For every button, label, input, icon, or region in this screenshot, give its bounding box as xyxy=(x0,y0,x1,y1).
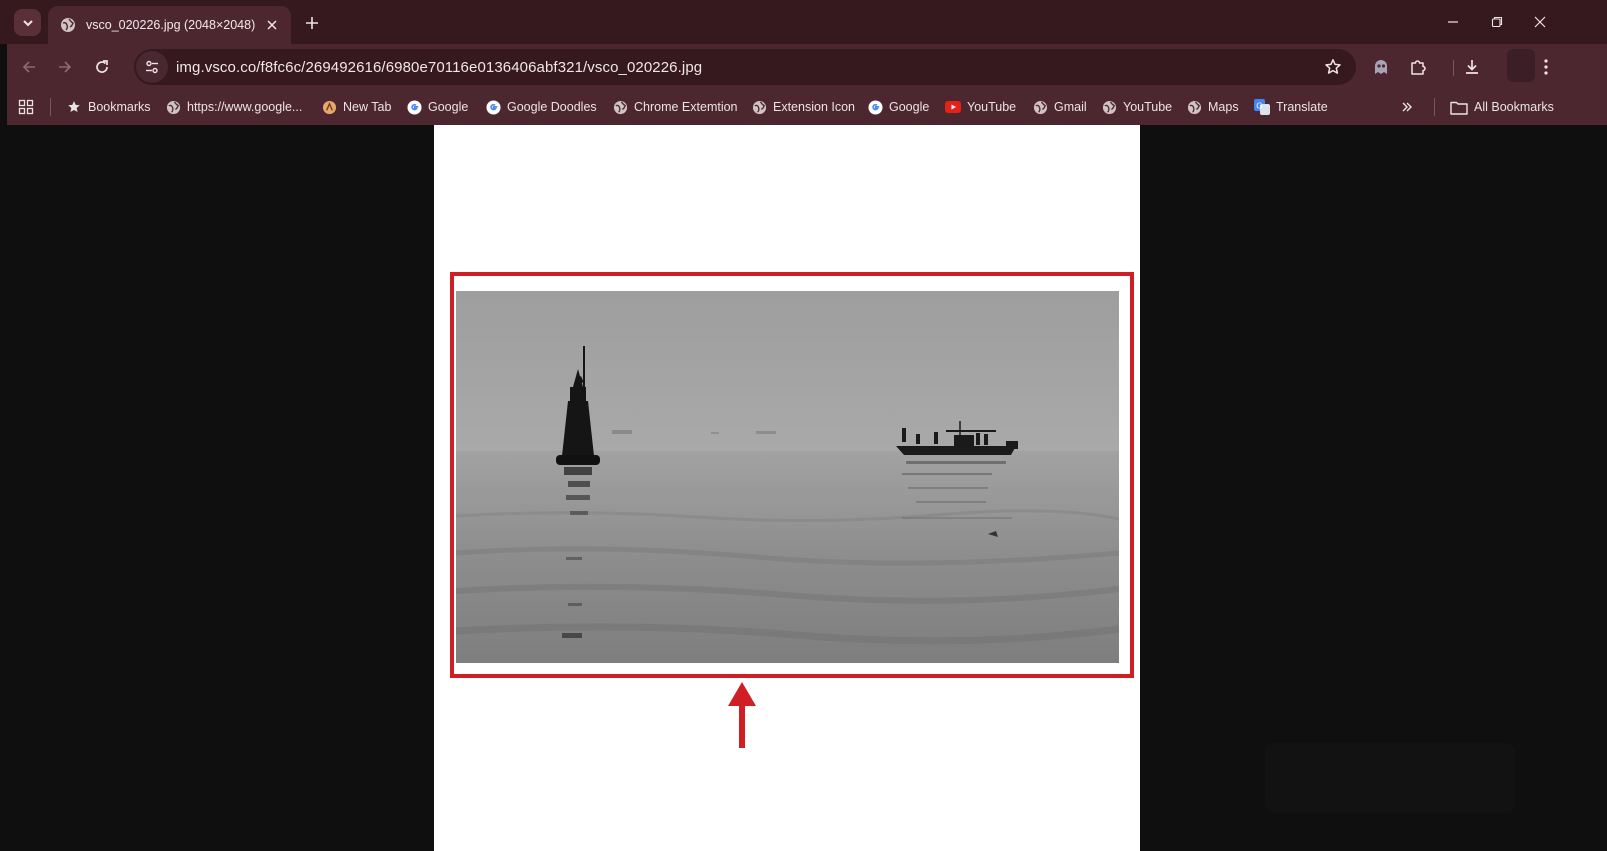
bookmark-label: Gmail xyxy=(1054,100,1087,114)
google-icon xyxy=(485,99,501,115)
close-icon[interactable] xyxy=(263,16,281,34)
restore-icon xyxy=(1491,16,1503,28)
bookmark-item-new-tab[interactable]: New Tab xyxy=(321,95,391,119)
globe-icon xyxy=(1101,99,1117,115)
globe-icon xyxy=(1032,99,1048,115)
bookmark-star-button[interactable] xyxy=(1318,52,1348,82)
restore-button[interactable] xyxy=(1485,10,1509,34)
globe-icon xyxy=(612,99,628,115)
google-icon xyxy=(406,99,422,115)
forward-button[interactable] xyxy=(52,54,78,80)
bookmark-label: YouTube xyxy=(1123,100,1173,114)
bookmark-label: Extension Icon xyxy=(773,100,855,114)
all-bookmarks-label: All Bookmarks xyxy=(1474,100,1554,114)
bookmark-item-youtube[interactable]: YouTube xyxy=(945,95,1016,119)
bookmark-label: Google xyxy=(428,100,469,114)
bookmark-item-google-url[interactable]: https://www.google... xyxy=(165,95,302,119)
bookmark-item-youtube-2[interactable]: YouTube xyxy=(1101,95,1172,119)
arrow-right-icon xyxy=(59,61,72,73)
bookmark-item-google-2[interactable]: Google xyxy=(867,95,929,119)
tune-icon xyxy=(146,60,158,74)
image-canvas xyxy=(434,125,1140,851)
toolbar-divider xyxy=(1453,60,1454,76)
bookmark-item-bookmarks[interactable]: Bookmarks xyxy=(66,95,151,119)
globe-icon xyxy=(1186,99,1202,115)
download-icon xyxy=(1466,60,1478,74)
close-icon xyxy=(1534,16,1546,28)
bookmark-item-translate[interactable]: G Translate xyxy=(1254,95,1328,119)
globe-icon xyxy=(751,99,767,115)
double-chevron-right-icon xyxy=(1399,99,1415,115)
chrome-menu-button[interactable] xyxy=(1532,53,1560,81)
puzzle-icon xyxy=(1411,60,1426,75)
tab-title: vsco_020226.jpg (2048×2048) xyxy=(86,18,256,32)
bookmark-item-gmail[interactable]: Gmail xyxy=(1032,95,1087,119)
bookmark-label: Google Doodles xyxy=(507,100,597,114)
highlight-rectangle xyxy=(450,272,1134,678)
bookmark-item-chrome-extemtion[interactable]: Chrome Extemtion xyxy=(612,95,738,119)
ghost-extension-icon xyxy=(1375,60,1387,74)
youtube-icon xyxy=(945,99,961,115)
page-viewport xyxy=(7,125,1607,851)
tab-search-button[interactable] xyxy=(14,9,41,36)
star-icon xyxy=(66,99,82,115)
more-bookmarks-button[interactable] xyxy=(1399,95,1421,119)
bookmark-label: Bookmarks xyxy=(88,100,151,114)
apps-button[interactable] xyxy=(18,95,40,119)
reload-button[interactable] xyxy=(89,54,115,80)
bookmarks-divider xyxy=(50,98,51,116)
bookmark-label: Google xyxy=(889,100,930,114)
extensions-menu-button[interactable] xyxy=(1404,53,1432,81)
new-tab-button[interactable] xyxy=(301,12,323,34)
reload-icon xyxy=(96,60,108,73)
bookmark-label: https://www.google... xyxy=(187,100,303,114)
address-bar[interactable]: img.vsco.co/f8fc6c/269492616/6980e70116e… xyxy=(134,49,1356,85)
bookmark-item-google-doodles[interactable]: Google Doodles xyxy=(485,95,597,119)
tab-strip: vsco_020226.jpg (2048×2048) xyxy=(0,0,1607,44)
active-tab[interactable]: vsco_020226.jpg (2048×2048) xyxy=(48,6,291,44)
bookmark-label: Chrome Extemtion xyxy=(634,100,738,114)
bookmark-label: Translate xyxy=(1276,100,1328,114)
bookmark-item-maps[interactable]: Maps xyxy=(1186,95,1239,119)
downloads-button[interactable] xyxy=(1458,53,1486,81)
bookmark-label: YouTube xyxy=(967,100,1017,114)
kebab-menu-icon xyxy=(1544,59,1548,75)
plus-icon xyxy=(306,17,318,29)
minimize-icon xyxy=(1448,21,1458,23)
folder-icon xyxy=(1450,99,1468,115)
svg-text:G: G xyxy=(1256,101,1262,110)
apps-grid-icon xyxy=(18,99,34,115)
url-text[interactable]: img.vsco.co/f8fc6c/269492616/6980e70116e… xyxy=(176,59,1318,76)
bookmarks-divider xyxy=(1434,98,1435,116)
minimize-button[interactable] xyxy=(1441,10,1465,34)
all-bookmarks-button[interactable]: All Bookmarks xyxy=(1450,95,1554,119)
newtab-icon xyxy=(321,99,337,115)
chevron-down-icon xyxy=(22,19,33,26)
bookmarks-bar: Bookmarks https://www.google... New Tab … xyxy=(7,89,1607,125)
red-arrow-up-icon xyxy=(728,682,756,748)
bookmark-item-google[interactable]: Google xyxy=(406,95,468,119)
google-icon xyxy=(867,99,883,115)
faint-overlay-panel xyxy=(1265,743,1515,813)
arrow-left-icon xyxy=(22,61,35,73)
bookmark-label: Maps xyxy=(1208,100,1239,114)
extension-button[interactable] xyxy=(1367,53,1395,81)
toolbar: img.vsco.co/f8fc6c/269492616/6980e70116e… xyxy=(7,44,1607,89)
star-outline-icon xyxy=(1325,59,1341,74)
translate-icon: G xyxy=(1254,99,1270,115)
back-button[interactable] xyxy=(16,54,42,80)
bookmark-item-extension-icon[interactable]: Extension Icon xyxy=(751,95,855,119)
globe-icon xyxy=(165,99,181,115)
bookmark-label: New Tab xyxy=(343,100,392,114)
close-window-button[interactable] xyxy=(1528,10,1552,34)
profile-avatar[interactable] xyxy=(1507,49,1535,82)
site-info-button[interactable] xyxy=(136,51,168,83)
globe-icon xyxy=(60,17,76,33)
